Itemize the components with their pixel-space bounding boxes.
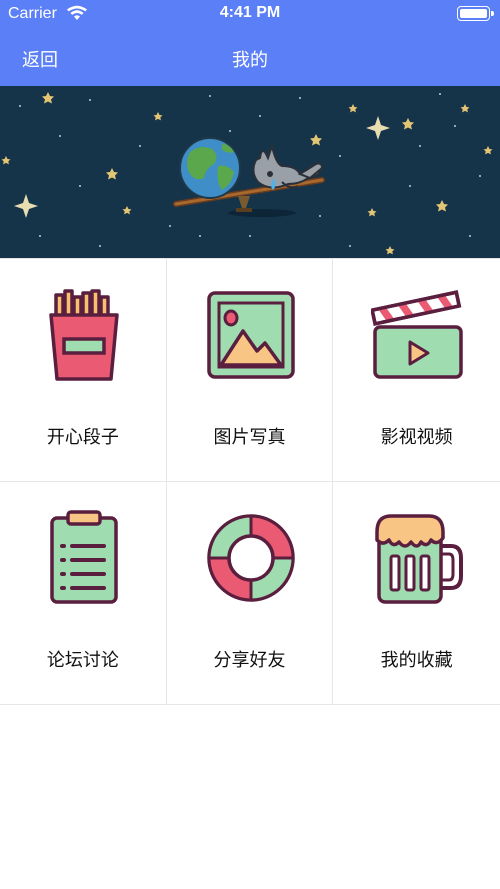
app-header: Carrier 4:41 PM 返回 我的 bbox=[0, 0, 500, 86]
grid-item-favorites[interactable]: 我的收藏 bbox=[333, 482, 500, 704]
clapperboard-icon bbox=[371, 290, 464, 379]
grid-item-share[interactable]: 分享好友 bbox=[167, 482, 334, 704]
space-cat-illustration bbox=[0, 86, 500, 258]
grid-item-label: 我的收藏 bbox=[380, 650, 453, 671]
grid-item-forum[interactable]: 论坛讨论 bbox=[0, 482, 167, 704]
grid-item-label: 开心段子 bbox=[46, 427, 119, 448]
clock: 4:41 PM bbox=[219, 4, 281, 21]
status-bar: Carrier 4:41 PM bbox=[0, 0, 500, 28]
grid-item-label: 图片写真 bbox=[213, 427, 286, 448]
grid-row: 开心段子 图片写真 影视视频 bbox=[0, 259, 500, 482]
feature-grid: 开心段子 图片写真 影视视频 论坛讨论 分享好友 我的收藏 bbox=[0, 258, 500, 705]
grid-item-videos[interactable]: 影视视频 bbox=[333, 259, 500, 481]
picture-icon bbox=[206, 291, 295, 379]
grid-item-jokes[interactable]: 开心段子 bbox=[0, 259, 167, 481]
grid-item-label: 分享好友 bbox=[213, 650, 286, 671]
page-title: 我的 bbox=[232, 50, 268, 71]
grid-item-label: 论坛讨论 bbox=[46, 650, 119, 671]
battery-icon bbox=[457, 6, 494, 21]
banner-image bbox=[0, 86, 500, 258]
fries-box-icon bbox=[49, 289, 119, 381]
grid-row: 论坛讨论 分享好友 我的收藏 bbox=[0, 482, 500, 705]
navigation-bar: 返回 我的 bbox=[0, 38, 500, 78]
grid-item-label: 影视视频 bbox=[380, 427, 453, 448]
lifebuoy-icon bbox=[206, 514, 295, 602]
grid-item-photos[interactable]: 图片写真 bbox=[167, 259, 334, 481]
beer-mug-icon bbox=[375, 514, 464, 604]
clipboard-icon bbox=[50, 510, 118, 604]
